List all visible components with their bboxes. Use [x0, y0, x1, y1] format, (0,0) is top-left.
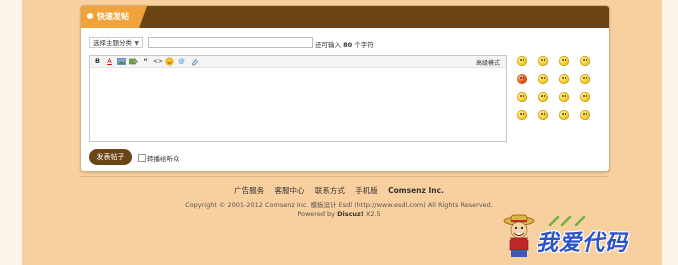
- footer-links: 广告服务 客服中心 联系方式 手机版 Comsenz Inc.: [0, 185, 678, 196]
- smiley-icon[interactable]: [517, 110, 527, 120]
- smiley-icon[interactable]: [517, 74, 527, 84]
- smiley-icon[interactable]: [580, 110, 590, 120]
- bold-icon[interactable]: B: [93, 57, 102, 66]
- smiley-icon[interactable]: [559, 110, 569, 120]
- code-icon[interactable]: <>: [153, 57, 163, 66]
- powered-prefix: Powered by: [297, 210, 335, 218]
- powered-product[interactable]: Discuz!: [337, 210, 364, 218]
- smiley-icon[interactable]: [559, 56, 569, 66]
- footer-divider: [80, 176, 608, 177]
- subject-select-value: 选择主题分类: [93, 39, 132, 47]
- smiley-grid: [517, 56, 601, 128]
- title-input[interactable]: [148, 37, 313, 48]
- smiley-icon[interactable]: [559, 74, 569, 84]
- footer-link-ads[interactable]: 广告服务: [234, 186, 264, 195]
- smiley-icon[interactable]: [580, 74, 590, 84]
- attachment-icon[interactable]: [190, 57, 199, 66]
- font-color-icon[interactable]: A: [105, 57, 114, 66]
- powered-version: X2.5: [365, 210, 381, 218]
- smiley-icon[interactable]: [538, 74, 548, 84]
- smiley-icon[interactable]: [538, 92, 548, 102]
- advanced-mode-link[interactable]: 高级模式: [476, 58, 500, 67]
- smiley-icon[interactable]: [538, 110, 548, 120]
- sync-checkbox[interactable]: [138, 154, 146, 162]
- subject-select[interactable]: 选择主题分类 ▼: [89, 37, 143, 48]
- smiley-icon[interactable]: [580, 92, 590, 102]
- panel-header: 快速发帖: [81, 6, 609, 28]
- smiley-icon[interactable]: [538, 56, 548, 66]
- copyright-text: Copyright © 2001-2012 Comsenz Inc. 模板设计 …: [185, 201, 493, 209]
- char-hint: 还可输入 80 个字符: [315, 39, 374, 49]
- editor-toolbar: B A “ <> @ 高级模式: [90, 56, 506, 68]
- mascot-image: [502, 212, 536, 260]
- char-hint-suffix: 个字符: [354, 41, 374, 49]
- footer-link-support[interactable]: 客服中心: [274, 186, 304, 195]
- footer-company[interactable]: Comsenz Inc.: [388, 186, 444, 195]
- smiley-icon[interactable]: [580, 56, 590, 66]
- footer-link-contact[interactable]: 联系方式: [315, 186, 345, 195]
- footer-link-mobile[interactable]: 手机版: [355, 186, 378, 195]
- chevron-down-icon: ▼: [134, 40, 139, 47]
- panel-title: 快速发帖: [97, 12, 129, 21]
- smiley-icon[interactable]: [517, 92, 527, 102]
- header-tab: 快速发帖: [81, 6, 147, 28]
- char-hint-prefix: 还可输入: [315, 41, 341, 49]
- bullet-icon: [87, 13, 93, 19]
- at-icon[interactable]: @: [177, 57, 186, 66]
- quote-icon[interactable]: “: [141, 57, 150, 66]
- message-editor[interactable]: B A “ <> @ 高级模式: [89, 55, 507, 142]
- char-hint-count: 80: [343, 41, 353, 49]
- sync-label: 转播给听众: [147, 155, 180, 163]
- smiley-icon[interactable]: [559, 92, 569, 102]
- image-icon[interactable]: [117, 57, 126, 66]
- quick-post-panel: 快速发帖 选择主题分类 ▼ 还可输入 80 个字符 B A “ <> @ 高级模…: [80, 5, 610, 172]
- smiley-icon[interactable]: [517, 56, 527, 66]
- smiley-icon[interactable]: [165, 57, 174, 66]
- submit-post-button[interactable]: 发表帖子: [89, 149, 132, 165]
- link-icon[interactable]: [129, 57, 138, 66]
- brand-logo: 我爱代码: [536, 231, 629, 256]
